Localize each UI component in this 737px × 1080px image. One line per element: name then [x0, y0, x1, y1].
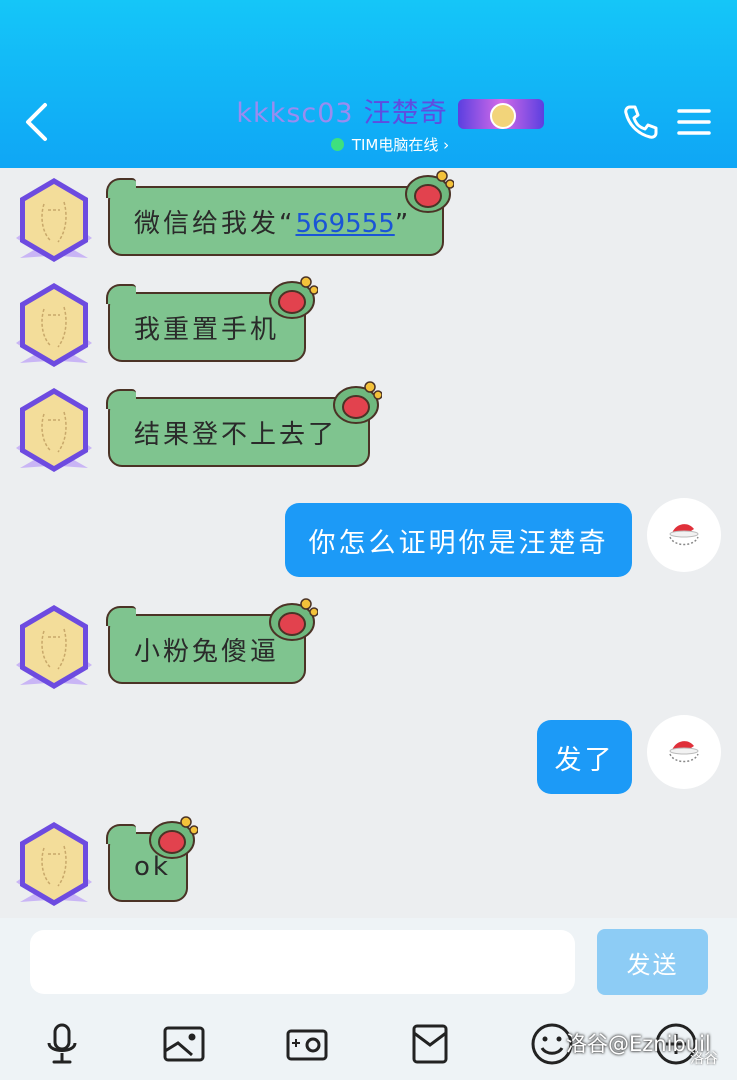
- chat-title-name: kkksc03: [236, 98, 354, 129]
- message-input[interactable]: [30, 930, 575, 994]
- message-text: 发了: [554, 744, 615, 776]
- message-bubble-left[interactable]: 微信给我发“569555”: [106, 178, 444, 256]
- call-button[interactable]: [618, 100, 662, 144]
- chat-title-cn: 汪楚奇: [363, 98, 448, 129]
- title-badge-icon: [457, 99, 544, 129]
- message-bubble-right[interactable]: 发了: [537, 720, 632, 794]
- hexagon-avatar-icon: [16, 822, 92, 906]
- message-text: 你怎么证明你是汪楚奇: [308, 527, 609, 559]
- my-avatar[interactable]: [647, 715, 721, 789]
- hexagon-avatar-icon: [16, 388, 92, 472]
- chat-title-area[interactable]: kkksc03 汪楚奇 TIM电脑在线 ›: [200, 96, 580, 166]
- camera-button[interactable]: [285, 1022, 329, 1066]
- contact-avatar[interactable]: [8, 281, 100, 371]
- hexagon-avatar-icon: [16, 178, 92, 262]
- dino-sticker-icon: [269, 598, 318, 641]
- microphone-icon: [47, 1023, 77, 1064]
- voice-button[interactable]: [40, 1022, 84, 1066]
- dino-sticker-icon: [149, 816, 198, 859]
- contact-avatar[interactable]: [8, 820, 100, 910]
- image-icon: [163, 1026, 205, 1062]
- photo-button[interactable]: [162, 1022, 206, 1066]
- hamburger-icon: [677, 109, 711, 135]
- dino-sticker-icon: [405, 170, 454, 213]
- message-text: 我重置手机: [134, 314, 280, 345]
- message-text: 小粉兔傻逼: [134, 636, 280, 667]
- santa-hat-avatar-icon: [669, 741, 699, 763]
- chat-title: kkksc03 汪楚奇: [236, 96, 544, 132]
- contact-avatar[interactable]: [8, 603, 100, 693]
- message-text: 结果登不上去了: [134, 419, 338, 450]
- hexagon-avatar-icon: [16, 605, 92, 689]
- contact-avatar[interactable]: [8, 176, 100, 266]
- red-packet-icon: [412, 1024, 448, 1064]
- online-status[interactable]: TIM电脑在线 ›: [330, 134, 450, 155]
- message-text: 微信给我发“569555”: [134, 208, 412, 239]
- camera-icon: [286, 1029, 328, 1061]
- red-packet-button[interactable]: [408, 1022, 452, 1066]
- dino-sticker-icon: [269, 276, 318, 319]
- send-button[interactable]: 发送: [597, 929, 708, 995]
- watermark-small: 洛谷: [690, 1051, 718, 1067]
- phone-icon: [624, 105, 658, 139]
- online-status-text: TIM电脑在线 ›: [351, 136, 450, 154]
- back-button[interactable]: [16, 100, 56, 144]
- menu-button[interactable]: [672, 100, 716, 144]
- contact-avatar[interactable]: [8, 386, 100, 476]
- dino-sticker-icon: [333, 381, 382, 424]
- chat-header: kkksc03 汪楚奇 TIM电脑在线 ›: [0, 0, 737, 168]
- chevron-left-icon: [26, 103, 47, 141]
- santa-hat-avatar-icon: [669, 524, 699, 546]
- message-bubble-right[interactable]: 你怎么证明你是汪楚奇: [285, 503, 632, 577]
- hexagon-avatar-icon: [16, 283, 92, 367]
- number-link[interactable]: 569555: [295, 209, 394, 239]
- my-avatar[interactable]: [647, 498, 721, 572]
- online-dot-icon: [330, 138, 344, 151]
